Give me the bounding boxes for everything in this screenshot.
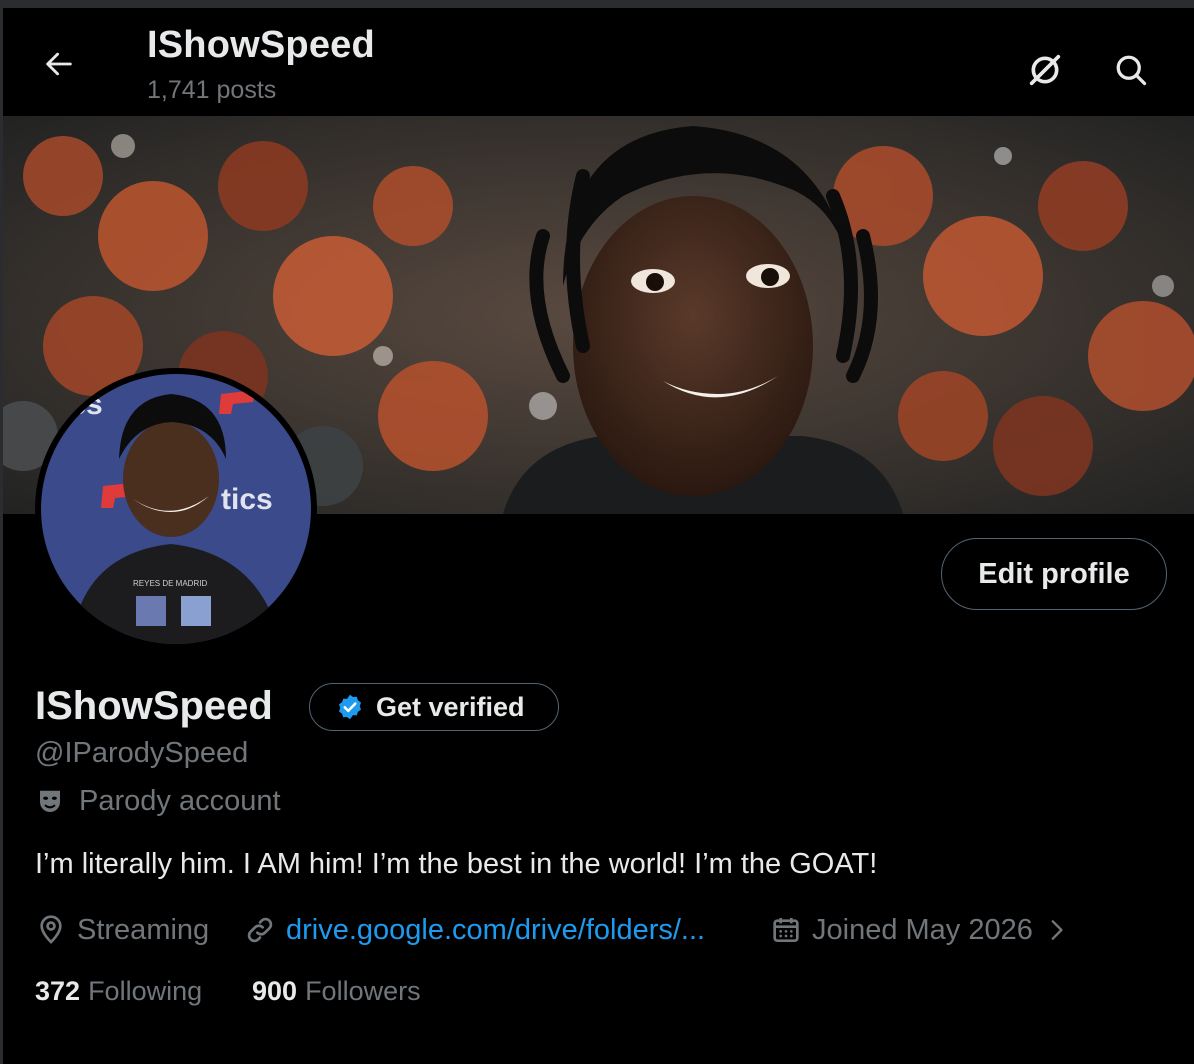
followers-stat[interactable]: 900 Followers: [252, 976, 421, 1007]
back-button[interactable]: [37, 42, 81, 86]
profile-handle: @IParodySpeed: [35, 737, 249, 769]
link-icon: [247, 917, 273, 943]
profile-avatar[interactable]: tics tics REYES DE MADRID: [35, 368, 317, 650]
parody-mask-icon: [40, 790, 60, 812]
grok-icon: [1029, 54, 1061, 86]
following-label: Following: [88, 976, 203, 1006]
profile-display-name: IShowSpeed: [35, 684, 273, 728]
following-stat[interactable]: 372 Following: [35, 976, 202, 1007]
following-count: 372: [35, 976, 81, 1006]
header-title: IShowSpeed: [147, 24, 375, 66]
profile-location: Streaming: [35, 910, 209, 950]
location-text: Streaming: [77, 913, 210, 946]
website-link[interactable]: drive.google.com/drive/folders/...: [286, 914, 705, 947]
profile-header-bar: IShowSpeed 1,741 posts: [3, 8, 1194, 116]
grok-button[interactable]: [1019, 44, 1071, 96]
get-verified-label: Get verified: [376, 691, 525, 722]
edit-profile-button[interactable]: Edit profile: [941, 538, 1167, 610]
profile-bio: I’m literally him. I AM him! I’m the bes…: [35, 848, 878, 880]
search-icon: [1116, 55, 1147, 86]
parody-label-text: Parody account: [79, 785, 281, 817]
search-button[interactable]: [1105, 44, 1157, 96]
location-pin-icon: [40, 915, 62, 944]
post-count: 1,741 posts: [147, 76, 277, 104]
followers-count: 900: [252, 976, 298, 1006]
verified-badge-icon: [339, 694, 361, 720]
followers-label: Followers: [305, 976, 421, 1006]
chevron-right-icon: [1051, 920, 1063, 940]
avatar-shirt-text: REYES DE MADRID: [133, 579, 207, 588]
back-arrow-icon: [46, 52, 72, 76]
joined-text: Joined May 2026: [812, 913, 1033, 946]
profile-website[interactable]: drive.google.com/drive/folders/...: [244, 910, 705, 950]
window-frame-top: [0, 0, 1194, 8]
parody-label: Parody account: [35, 785, 281, 818]
profile-joined[interactable]: Joined May 2026: [770, 910, 1069, 950]
svg-text:tics: tics: [221, 483, 273, 516]
get-verified-button[interactable]: Get verified: [309, 683, 559, 731]
calendar-icon: [773, 918, 799, 942]
